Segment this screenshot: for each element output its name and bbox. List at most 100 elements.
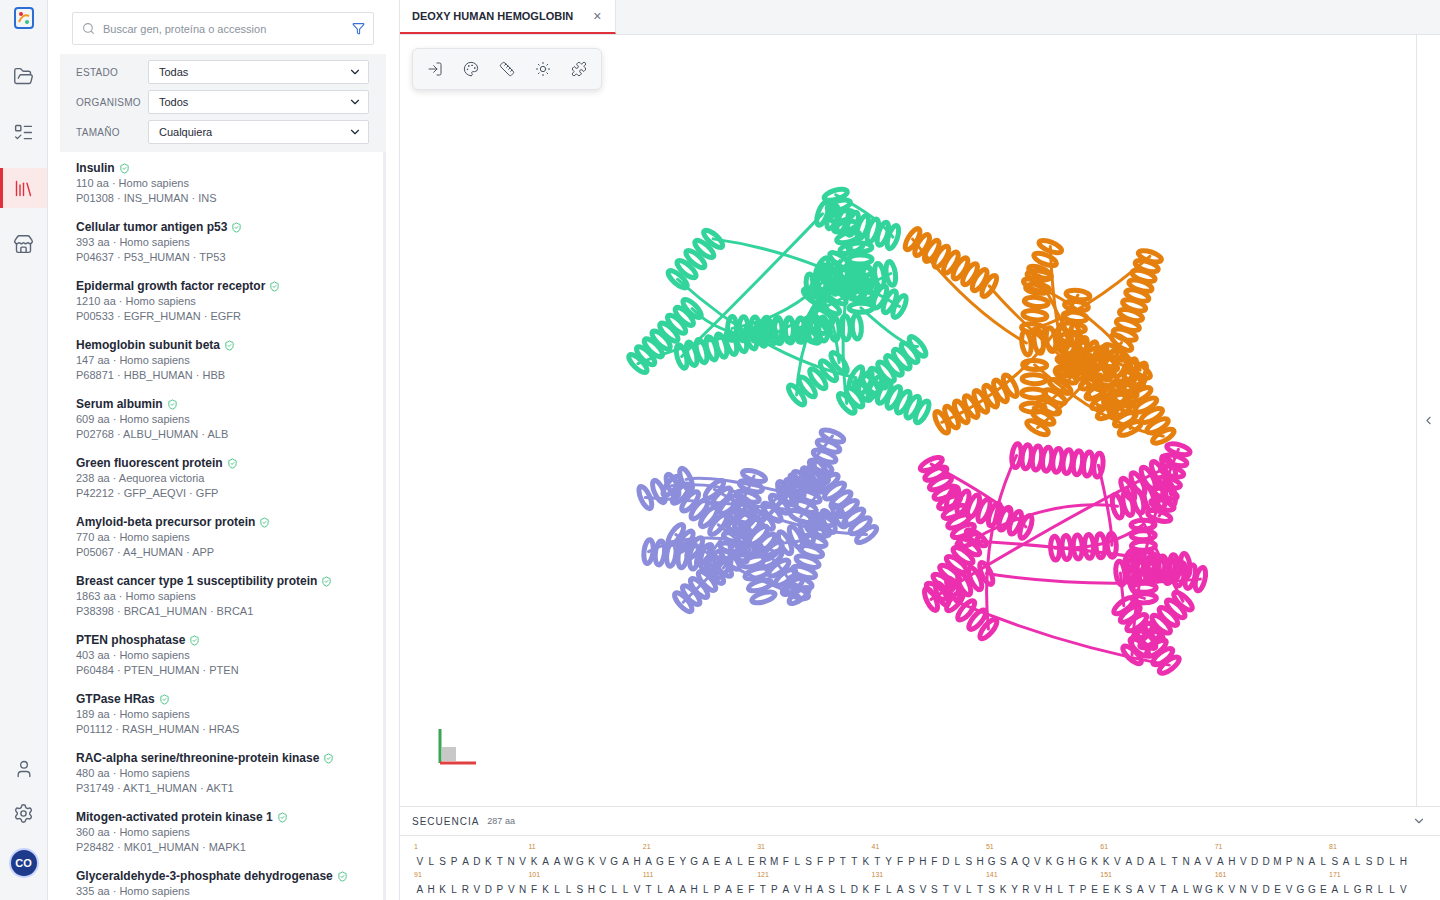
tab-close-button[interactable]: × <box>591 8 603 24</box>
residue[interactable]: P <box>1283 855 1294 869</box>
residue[interactable]: H <box>1226 855 1237 869</box>
residue[interactable]: A <box>551 855 562 869</box>
residue[interactable]: L <box>1340 883 1351 897</box>
residue[interactable]: L <box>1352 855 1363 869</box>
residue[interactable]: T <box>974 883 985 897</box>
residue[interactable]: P <box>826 855 837 869</box>
protein-item[interactable]: Insulin110 aa · Homo sapiensP01308 · INS… <box>48 157 383 216</box>
residue[interactable]: K <box>483 855 494 869</box>
residue[interactable]: G <box>608 855 619 869</box>
residue[interactable]: S <box>1123 883 1134 897</box>
residue[interactable]: A <box>540 855 551 869</box>
app-logo[interactable] <box>0 4 47 32</box>
protein-item[interactable]: Mitogen-activated protein kinase 1360 aa… <box>48 806 383 865</box>
residue[interactable]: D <box>1375 855 1386 869</box>
residue[interactable]: K <box>1089 855 1100 869</box>
residue[interactable]: D <box>940 855 951 869</box>
residue[interactable]: L <box>791 855 802 869</box>
residue[interactable]: L <box>654 883 665 897</box>
residue[interactable]: M <box>769 855 780 869</box>
residue[interactable]: L <box>563 883 574 897</box>
protein-item[interactable]: Serum albumin609 aa · Homo sapiensP02768… <box>48 393 383 452</box>
residue[interactable]: V <box>1112 855 1123 869</box>
residue[interactable]: N <box>1295 855 1306 869</box>
residue[interactable]: L <box>608 883 619 897</box>
residue[interactable]: L <box>837 883 848 897</box>
rail-button[interactable] <box>0 112 47 152</box>
residue[interactable]: A <box>1340 855 1351 869</box>
residue[interactable]: K <box>1215 883 1226 897</box>
residue[interactable]: S <box>437 855 448 869</box>
residue[interactable]: V <box>1238 855 1249 869</box>
residue[interactable]: T <box>837 855 848 869</box>
residue[interactable]: A <box>1215 855 1226 869</box>
molecule-drawing[interactable] <box>400 35 1416 806</box>
filter-button[interactable] <box>352 22 365 35</box>
residue[interactable]: G <box>654 855 665 869</box>
residue[interactable]: D <box>483 883 494 897</box>
residue[interactable]: T <box>849 855 860 869</box>
residue[interactable]: G <box>1306 883 1317 897</box>
sequence-collapse-button[interactable] <box>1412 814 1426 828</box>
residue[interactable]: V <box>952 883 963 897</box>
tool-button[interactable] <box>529 55 557 83</box>
residue[interactable]: A <box>780 883 791 897</box>
residue[interactable]: A <box>814 883 825 897</box>
protein-item[interactable]: Green fluorescent protein238 aa · Aequor… <box>48 452 383 511</box>
residue[interactable]: L <box>883 883 894 897</box>
protein-chain[interactable] <box>626 187 931 425</box>
residue[interactable]: A <box>700 855 711 869</box>
residue[interactable]: Y <box>1009 883 1020 897</box>
residue[interactable]: V <box>1226 883 1237 897</box>
residue[interactable]: V <box>414 855 425 869</box>
residue[interactable]: V <box>1032 883 1043 897</box>
side-panel-toggle[interactable] <box>1416 35 1440 806</box>
residue[interactable]: R <box>460 883 471 897</box>
residue[interactable]: G <box>1055 855 1066 869</box>
residue[interactable]: H <box>689 883 700 897</box>
residue[interactable]: L <box>1157 855 1168 869</box>
protein-chain[interactable] <box>902 227 1175 446</box>
residue[interactable]: L <box>952 855 963 869</box>
residue[interactable]: P <box>494 883 505 897</box>
residue[interactable]: T <box>643 883 654 897</box>
residue[interactable]: L <box>1375 883 1386 897</box>
residue[interactable]: G <box>1352 883 1363 897</box>
residue[interactable]: K <box>1043 855 1054 869</box>
protein-chain[interactable] <box>919 442 1208 676</box>
residue[interactable]: A <box>723 883 734 897</box>
residue[interactable]: V <box>1203 855 1214 869</box>
residue[interactable]: K <box>860 883 871 897</box>
molecule-canvas[interactable] <box>400 35 1416 806</box>
residue[interactable]: S <box>997 855 1008 869</box>
residue[interactable]: N <box>1238 883 1249 897</box>
residue[interactable]: H <box>425 883 436 897</box>
residue[interactable]: A <box>723 855 734 869</box>
residue[interactable]: E <box>1100 883 1111 897</box>
residue[interactable]: T <box>494 855 505 869</box>
residue[interactable]: V <box>1249 883 1260 897</box>
residue[interactable]: T <box>757 883 768 897</box>
residue[interactable]: D <box>1249 855 1260 869</box>
residue[interactable]: T <box>1169 855 1180 869</box>
residue[interactable]: R <box>1020 883 1031 897</box>
residue[interactable]: V <box>791 883 802 897</box>
residue[interactable]: S <box>574 883 585 897</box>
residue[interactable]: L <box>963 883 974 897</box>
filter-select[interactable]: Cualquiera <box>148 120 369 144</box>
residue[interactable]: K <box>1100 855 1111 869</box>
settings-button[interactable] <box>13 803 34 824</box>
residue[interactable]: M <box>1272 855 1283 869</box>
residue[interactable]: V <box>1032 855 1043 869</box>
protein-item[interactable]: PTEN phosphatase403 aa · Homo sapiensP60… <box>48 629 383 688</box>
residue[interactable]: A <box>1192 855 1203 869</box>
filter-select[interactable]: Todos <box>148 90 369 114</box>
residue[interactable]: N <box>517 883 528 897</box>
residue[interactable]: H <box>917 855 928 869</box>
residue[interactable]: F <box>872 883 883 897</box>
residue[interactable]: H <box>1066 855 1077 869</box>
residue[interactable]: E <box>1318 883 1329 897</box>
residue[interactable]: D <box>1260 855 1271 869</box>
rail-button[interactable] <box>0 224 47 264</box>
residue[interactable]: V <box>631 883 642 897</box>
